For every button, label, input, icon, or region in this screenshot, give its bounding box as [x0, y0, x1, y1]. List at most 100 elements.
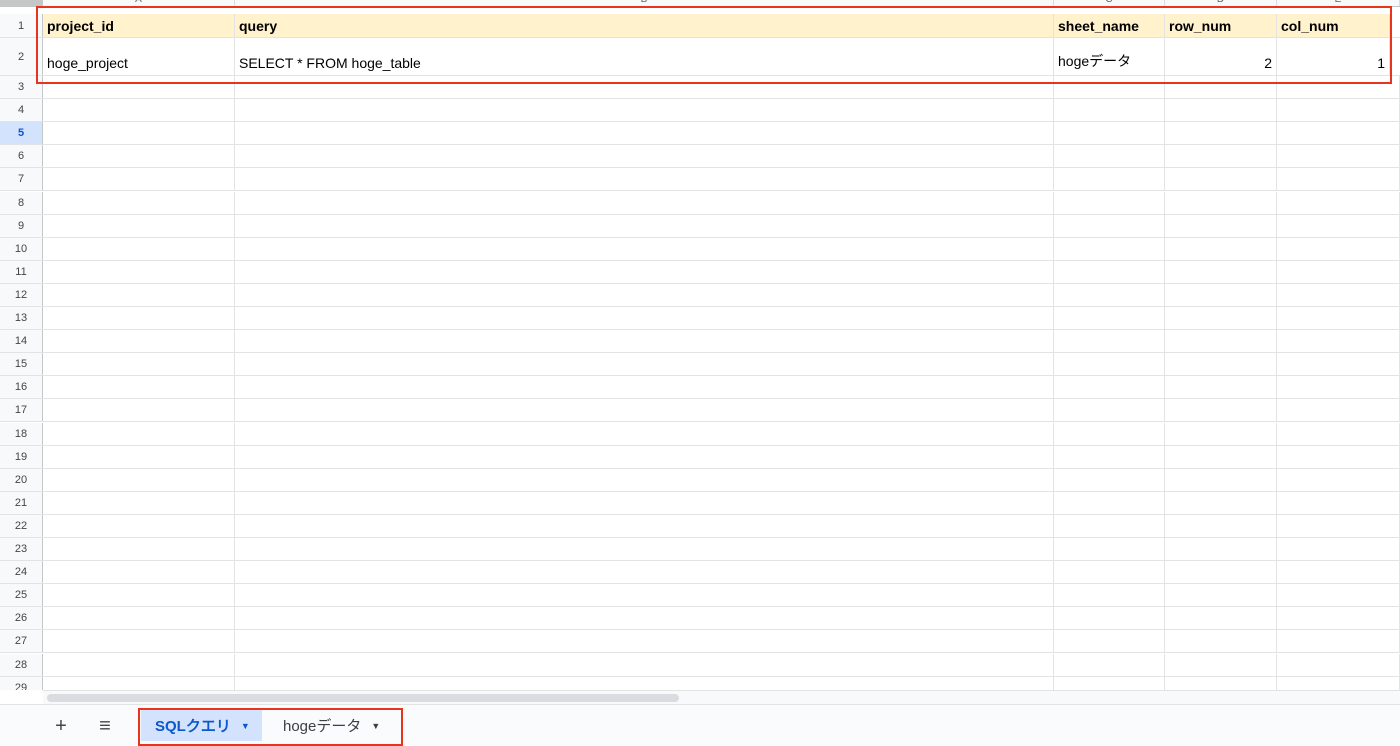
cell[interactable] — [43, 260, 235, 283]
cell-d1[interactable]: row_num — [1165, 14, 1277, 37]
row-header[interactable]: 24 — [0, 561, 43, 584]
cell[interactable] — [1054, 514, 1165, 537]
cell[interactable] — [1054, 653, 1165, 676]
cell[interactable] — [235, 561, 1054, 584]
cell[interactable] — [1277, 237, 1400, 260]
cell[interactable] — [1165, 399, 1277, 422]
cell[interactable] — [1277, 514, 1400, 537]
cell[interactable] — [1277, 260, 1400, 283]
row-header[interactable]: 7 — [0, 168, 43, 191]
row-header[interactable]: 4 — [0, 99, 43, 122]
cell[interactable] — [1054, 99, 1165, 122]
cell[interactable] — [1165, 607, 1277, 630]
row-header[interactable]: 23 — [0, 538, 43, 561]
cell[interactable] — [1165, 653, 1277, 676]
row-header[interactable]: 2 — [0, 38, 43, 75]
cell[interactable] — [1054, 353, 1165, 376]
cell[interactable] — [1277, 676, 1400, 690]
cell[interactable] — [1165, 422, 1277, 445]
cell[interactable] — [1054, 630, 1165, 653]
cell[interactable] — [235, 630, 1054, 653]
cell[interactable] — [1165, 168, 1277, 191]
tab-hoge-data[interactable]: hogeデータ ▼ — [269, 710, 392, 741]
tab-sql-query[interactable]: SQLクエリ ▼ — [141, 710, 262, 741]
cell-c1[interactable]: sheet_name — [1054, 14, 1165, 37]
cell[interactable] — [43, 237, 235, 260]
row-header[interactable]: 9 — [0, 214, 43, 237]
cell[interactable] — [1165, 676, 1277, 690]
cell[interactable] — [1165, 99, 1277, 122]
cell[interactable] — [43, 283, 235, 306]
cell[interactable] — [1277, 376, 1400, 399]
cell[interactable] — [235, 468, 1054, 491]
cell[interactable] — [43, 145, 235, 168]
cell[interactable] — [1277, 538, 1400, 561]
cell[interactable] — [1165, 468, 1277, 491]
cell[interactable] — [43, 376, 235, 399]
cell[interactable] — [235, 99, 1054, 122]
column-header-b[interactable]: B — [235, 0, 1054, 6]
cell[interactable] — [1054, 607, 1165, 630]
cell-a1[interactable]: project_id — [43, 14, 235, 37]
cell[interactable] — [235, 607, 1054, 630]
cell[interactable] — [1054, 76, 1165, 99]
cell[interactable] — [235, 399, 1054, 422]
row-header[interactable]: 29 — [0, 676, 43, 690]
cell[interactable] — [1054, 445, 1165, 468]
cell[interactable] — [1054, 538, 1165, 561]
cell[interactable] — [43, 99, 235, 122]
cell[interactable] — [235, 168, 1054, 191]
cell[interactable] — [1277, 122, 1400, 145]
cell[interactable] — [1277, 584, 1400, 607]
cell[interactable] — [235, 145, 1054, 168]
cell-e2[interactable]: 1 — [1277, 38, 1390, 75]
cell-c2[interactable]: hogeデータ — [1054, 38, 1165, 75]
cell[interactable] — [235, 422, 1054, 445]
cell[interactable] — [1054, 330, 1165, 353]
cell[interactable] — [1054, 676, 1165, 690]
cell[interactable] — [43, 191, 235, 214]
cell[interactable] — [1165, 76, 1277, 99]
cell[interactable] — [43, 168, 235, 191]
cell[interactable] — [1277, 214, 1400, 237]
cell[interactable] — [1165, 376, 1277, 399]
cell[interactable] — [1054, 422, 1165, 445]
row-header[interactable]: 15 — [0, 353, 43, 376]
cell[interactable] — [1277, 630, 1400, 653]
cell[interactable] — [1165, 260, 1277, 283]
cell[interactable] — [235, 307, 1054, 330]
row-header[interactable]: 14 — [0, 330, 43, 353]
cell[interactable] — [235, 260, 1054, 283]
row-header[interactable]: 22 — [0, 514, 43, 537]
cell[interactable] — [1277, 307, 1400, 330]
cell[interactable] — [1054, 584, 1165, 607]
cell[interactable] — [1054, 399, 1165, 422]
cell[interactable] — [43, 445, 235, 468]
cell[interactable] — [43, 538, 235, 561]
row-header[interactable]: 28 — [0, 653, 43, 676]
row-header[interactable]: 21 — [0, 491, 43, 514]
row-header[interactable]: 12 — [0, 283, 43, 306]
cell[interactable] — [235, 214, 1054, 237]
cell[interactable] — [235, 283, 1054, 306]
cell[interactable] — [1165, 491, 1277, 514]
cell[interactable] — [1165, 307, 1277, 330]
row-header[interactable]: 8 — [0, 191, 43, 214]
cell[interactable] — [235, 491, 1054, 514]
add-sheet-icon[interactable]: + — [48, 713, 74, 739]
cell[interactable] — [1165, 214, 1277, 237]
cell[interactable] — [1054, 122, 1165, 145]
cell[interactable] — [43, 676, 235, 690]
cell[interactable] — [235, 445, 1054, 468]
cell[interactable] — [43, 353, 235, 376]
cell-b1[interactable]: query — [235, 14, 1054, 37]
horizontal-scrollbar[interactable] — [43, 690, 1400, 704]
caret-down-icon[interactable]: ▼ — [241, 721, 250, 731]
cell[interactable] — [1277, 653, 1400, 676]
cell[interactable] — [43, 514, 235, 537]
row-header[interactable]: 3 — [0, 76, 43, 99]
cell[interactable] — [1054, 260, 1165, 283]
cell[interactable] — [1165, 191, 1277, 214]
scrollbar-thumb[interactable] — [47, 694, 679, 702]
row-header[interactable]: 10 — [0, 237, 43, 260]
